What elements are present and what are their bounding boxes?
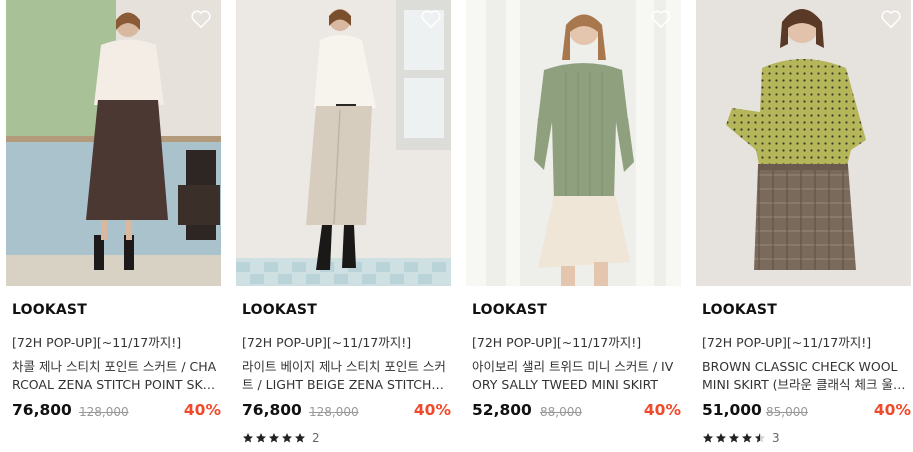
rating-stars: [242, 432, 306, 444]
discount-rate: 40%: [873, 401, 911, 419]
product-card[interactable]: LOOKAST [72H POP-UP][~11/17까지!] 라이트 베이지 …: [236, 0, 451, 452]
product-name[interactable]: BROWN CLASSIC CHECK WOOL MINI SKIRT (브라운…: [702, 358, 907, 394]
original-price: 88,000: [540, 405, 582, 419]
star-icon: [703, 433, 713, 443]
star-icon: [742, 433, 752, 443]
product-card[interactable]: LOOKAST [72H POP-UP][~11/17까지!] 차콜 제나 스티…: [6, 0, 221, 452]
price-row: 52,800 88,000 40%: [472, 401, 681, 423]
sale-price: 76,800: [242, 401, 302, 419]
price-row: 76,800 128,000 40%: [12, 401, 221, 423]
product-name[interactable]: 차콜 제나 스티치 포인트 스커트 / CHARCOAL ZENA STITCH…: [12, 358, 217, 394]
product-card[interactable]: LOOKAST [72H POP-UP][~11/17까지!] BROWN CL…: [696, 0, 911, 452]
product-card[interactable]: LOOKAST [72H POP-UP][~11/17까지!] 아이보리 샐리 …: [466, 0, 681, 452]
product-image[interactable]: [236, 0, 451, 286]
sale-price: 52,800: [472, 401, 532, 419]
product-name[interactable]: 라이트 베이지 제나 스티치 포인트 스커트 / LIGHT BEIGE ZEN…: [242, 358, 447, 394]
promo-label: [72H POP-UP][~11/17까지!]: [472, 335, 642, 350]
product-name[interactable]: 아이보리 샐리 트위드 미니 스커트 / IVORY SALLY TWEED M…: [472, 358, 677, 394]
discount-rate: 40%: [183, 401, 221, 419]
discount-rate: 40%: [643, 401, 681, 419]
star-icon: [716, 433, 726, 443]
star-icon: [269, 433, 279, 443]
heart-outline-icon[interactable]: [880, 9, 902, 29]
heart-outline-icon[interactable]: [650, 9, 672, 29]
star-icon: [729, 433, 739, 443]
product-grid: LOOKAST [72H POP-UP][~11/17까지!] 차콜 제나 스티…: [0, 0, 913, 452]
original-price: 128,000: [79, 405, 129, 419]
product-image[interactable]: [466, 0, 681, 286]
star-half-icon: [755, 433, 765, 443]
star-icon: [243, 433, 253, 443]
price-row: 76,800 128,000 40%: [242, 401, 451, 423]
rating-stars: [702, 432, 766, 444]
brand-name[interactable]: LOOKAST: [702, 302, 777, 318]
promo-label: [72H POP-UP][~11/17까지!]: [242, 335, 412, 350]
product-image[interactable]: [6, 0, 221, 286]
star-icon: [295, 433, 305, 443]
promo-label: [72H POP-UP][~11/17까지!]: [12, 335, 182, 350]
price-row: 51,000 85,000 40%: [702, 401, 911, 423]
rating: 3: [702, 431, 780, 445]
heart-outline-icon[interactable]: [190, 9, 212, 29]
rating: 2: [242, 431, 320, 445]
sale-price: 51,000: [702, 401, 762, 419]
promo-label: [72H POP-UP][~11/17까지!]: [702, 335, 872, 350]
discount-rate: 40%: [413, 401, 451, 419]
review-count: 3: [772, 431, 780, 445]
product-image[interactable]: [696, 0, 911, 286]
star-icon: [256, 433, 266, 443]
sale-price: 76,800: [12, 401, 72, 419]
brand-name[interactable]: LOOKAST: [472, 302, 547, 318]
brand-name[interactable]: LOOKAST: [12, 302, 87, 318]
brand-name[interactable]: LOOKAST: [242, 302, 317, 318]
heart-outline-icon[interactable]: [420, 9, 442, 29]
original-price: 128,000: [309, 405, 359, 419]
review-count: 2: [312, 431, 320, 445]
star-icon: [282, 433, 292, 443]
original-price: 85,000: [766, 405, 808, 419]
